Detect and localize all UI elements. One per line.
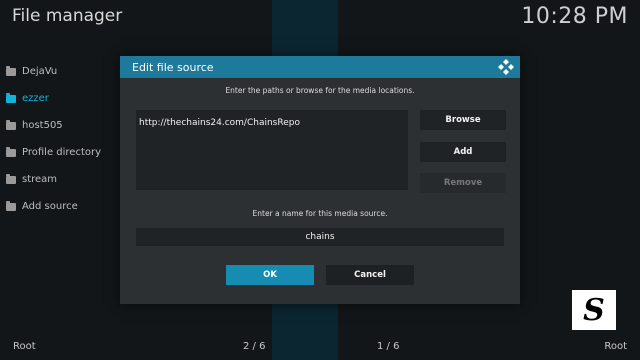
- source-item-label: DejaVu: [22, 66, 58, 77]
- footer-root-left: Root: [13, 341, 36, 352]
- source-item-label: stream: [22, 174, 58, 185]
- source-item-label: ezzer: [22, 93, 49, 104]
- footer-root-right: Root: [604, 341, 627, 352]
- paths-instruction: Enter the paths or browse for the media …: [225, 86, 415, 95]
- path-list: http://thechains24.com/ChainsRepo: [136, 110, 408, 190]
- source-list: DejaVu ezzer host505 Profile directory s…: [6, 58, 101, 220]
- footer-page-right: 1 / 6: [377, 341, 400, 352]
- window-title: File manager: [12, 6, 123, 26]
- source-item-label: Profile directory: [22, 147, 102, 158]
- channel-logo: S: [572, 290, 616, 330]
- folder-icon: [6, 173, 16, 184]
- add-button[interactable]: Add: [420, 142, 506, 162]
- folder-icon: [6, 200, 16, 211]
- dialog-title: Edit file source: [132, 60, 214, 74]
- source-item-host505[interactable]: host505: [6, 112, 101, 139]
- logo-letter: S: [583, 292, 605, 328]
- add-source-item[interactable]: Add source: [6, 193, 101, 220]
- name-instruction: Enter a name for this media source.: [252, 209, 388, 218]
- dialog-header: Edit file source: [120, 56, 520, 78]
- folder-icon: [6, 119, 16, 130]
- clock: 10:28 PM: [521, 4, 628, 29]
- folder-icon: [6, 146, 16, 157]
- ok-button[interactable]: OK: [226, 265, 314, 285]
- folder-icon: [6, 65, 16, 76]
- edit-file-source-dialog: Edit file source Enter the paths or brow…: [120, 56, 520, 304]
- folder-icon: [6, 92, 16, 103]
- source-item-label: host505: [22, 120, 63, 131]
- source-item-ezzer[interactable]: ezzer: [6, 85, 101, 112]
- browse-button[interactable]: Browse: [420, 110, 506, 130]
- source-item-label: Add source: [22, 201, 78, 212]
- kodi-logo-icon: [498, 59, 514, 75]
- source-name-input[interactable]: chains: [136, 228, 504, 246]
- footer-page-left: 2 / 6: [243, 341, 266, 352]
- source-item-stream[interactable]: stream: [6, 166, 101, 193]
- source-item-profile-directory[interactable]: Profile directory: [6, 139, 101, 166]
- source-item-dejavu[interactable]: DejaVu: [6, 58, 101, 85]
- cancel-button[interactable]: Cancel: [326, 265, 414, 285]
- path-list-item[interactable]: http://thechains24.com/ChainsRepo: [139, 118, 300, 128]
- remove-button[interactable]: Remove: [420, 173, 506, 193]
